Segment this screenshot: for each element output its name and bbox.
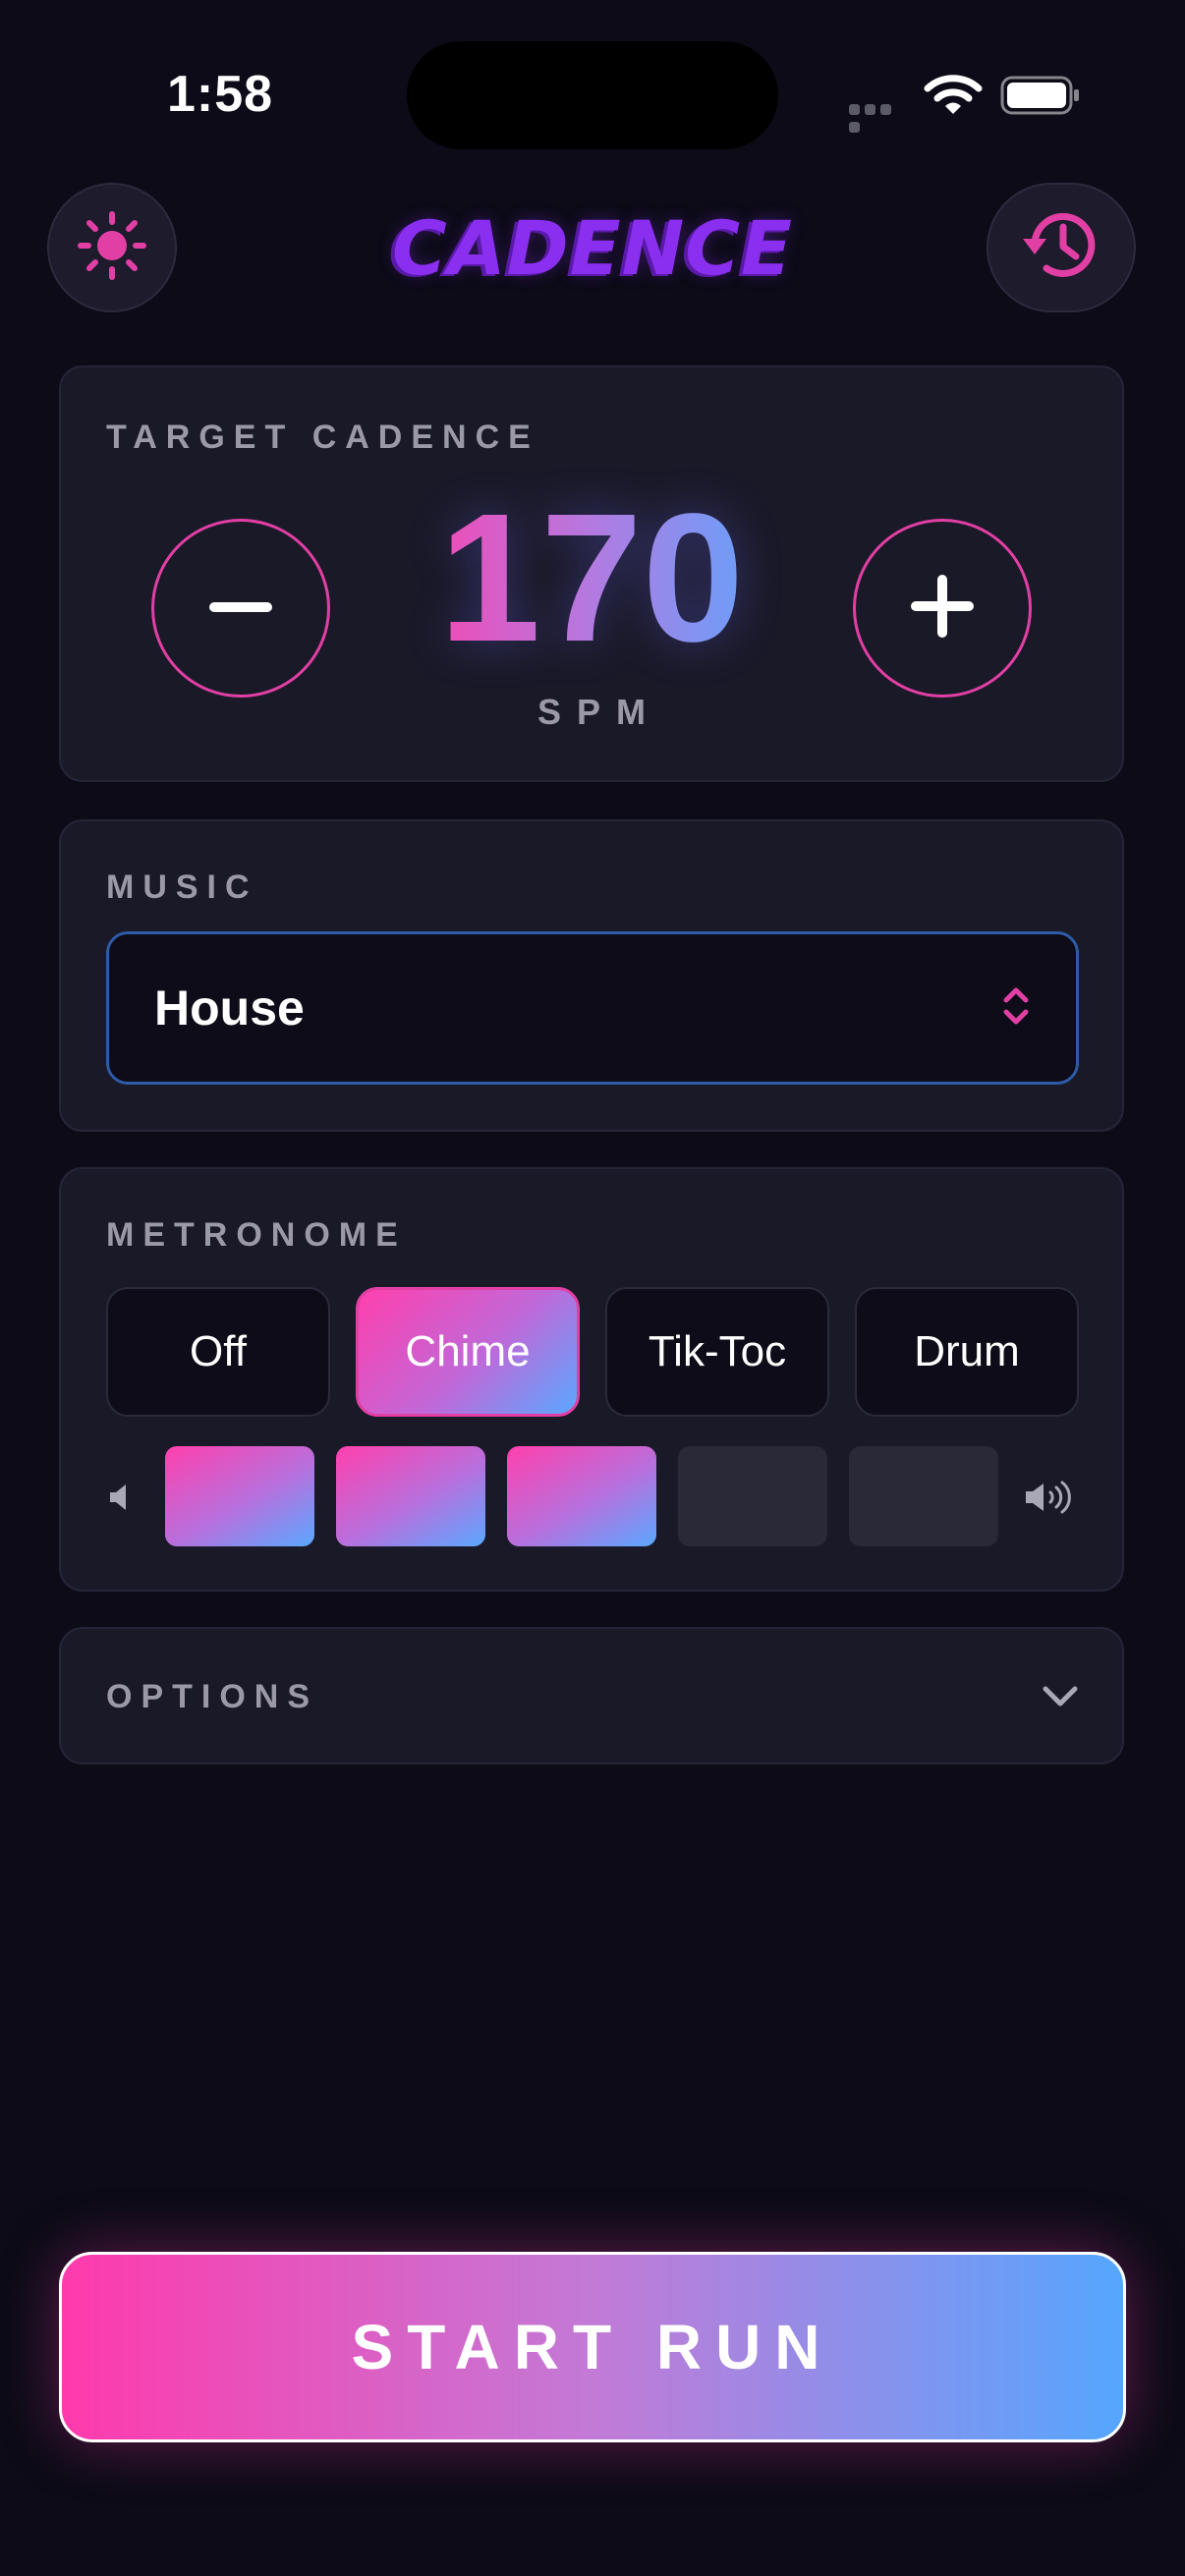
options-collapsible[interactable]: OPTIONS — [59, 1627, 1124, 1764]
increase-cadence-button[interactable] — [853, 519, 1032, 698]
cadence-value: 170 — [395, 485, 788, 672]
volume-segment-4[interactable] — [678, 1446, 827, 1546]
chevron-down-icon — [1042, 1684, 1079, 1714]
status-time: 1:58 — [167, 66, 274, 123]
volume-segment-2[interactable] — [336, 1446, 485, 1546]
wifi-icon — [924, 73, 983, 116]
metronome-option-drum[interactable]: Drum — [855, 1287, 1079, 1417]
music-card: MUSIC House — [59, 819, 1124, 1132]
music-genre-value: House — [154, 980, 305, 1036]
volume-segment-1[interactable] — [165, 1446, 314, 1546]
chevron-up-down-icon — [1001, 983, 1031, 1034]
target-cadence-card: TARGET CADENCE 170 SPM — [59, 365, 1124, 782]
metronome-option-off[interactable]: Off — [106, 1287, 330, 1417]
music-genre-select[interactable]: House — [106, 931, 1079, 1085]
cellular-signal-icon — [849, 102, 910, 133]
volume-segment-3[interactable] — [507, 1446, 656, 1546]
app-logo: CADENCE — [392, 203, 793, 292]
options-label: OPTIONS — [106, 1678, 319, 1715]
metronome-card: METRONOME Off Chime Tik-Toc Drum — [59, 1167, 1124, 1592]
volume-segment-5[interactable] — [849, 1446, 998, 1546]
history-icon — [1019, 203, 1103, 293]
minus-icon — [209, 599, 272, 617]
cadence-unit: SPM — [536, 692, 661, 732]
dynamic-island — [407, 41, 778, 149]
music-label: MUSIC — [106, 868, 258, 906]
metronome-label: METRONOME — [106, 1216, 407, 1254]
sun-icon — [78, 210, 146, 285]
battery-icon — [1000, 75, 1081, 116]
volume-high-icon — [1024, 1480, 1079, 1520]
target-cadence-label: TARGET CADENCE — [106, 419, 539, 456]
theme-toggle-button[interactable] — [47, 183, 177, 312]
start-run-button[interactable]: START RUN — [59, 2252, 1126, 2442]
metronome-option-chime[interactable]: Chime — [356, 1287, 580, 1417]
plus-icon — [911, 574, 974, 643]
history-button[interactable] — [987, 183, 1136, 312]
volume-low-icon — [106, 1482, 136, 1518]
metronome-option-tik-toc[interactable]: Tik-Toc — [605, 1287, 829, 1417]
decrease-cadence-button[interactable] — [151, 519, 330, 698]
